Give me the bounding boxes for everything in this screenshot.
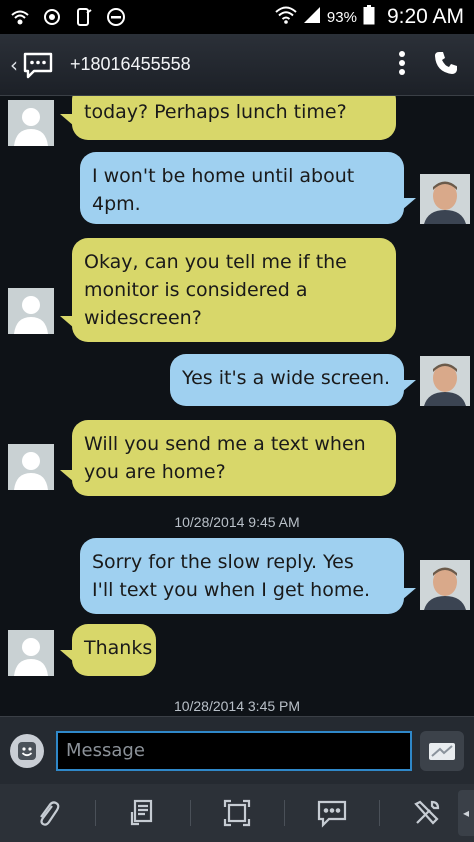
- contact-avatar[interactable]: [8, 288, 54, 334]
- message-composer: [0, 716, 474, 784]
- status-bar: 93% 9:20 AM: [0, 0, 474, 34]
- message-timestamp: 10/28/2014 3:45 PM: [173, 698, 301, 714]
- wifi-calling-icon: [10, 7, 30, 27]
- my-avatar[interactable]: [420, 356, 470, 406]
- incoming-message[interactable]: today? Perhaps lunch time?: [60, 96, 396, 140]
- attach-icon: [40, 801, 60, 826]
- battery-percent: 93%: [326, 8, 357, 26]
- status-system-icons: 93% 9:20 AM: [275, 5, 464, 29]
- outgoing-message[interactable]: Sorry for the slow reply. Yes I'll text …: [80, 538, 416, 614]
- expand-tab-icon[interactable]: ◂: [458, 790, 474, 836]
- message-timestamp: 10/28/2014 9:45 AM: [174, 514, 300, 530]
- emoji-button[interactable]: [10, 733, 44, 768]
- contact-number[interactable]: +18016455558: [70, 54, 191, 75]
- phone-icon[interactable]: [432, 49, 460, 81]
- signal-icon: [303, 6, 321, 28]
- message-line: 4pm.: [92, 193, 141, 215]
- do-not-disturb-icon: [106, 7, 126, 27]
- outgoing-message[interactable]: Yes it's a wide screen.: [170, 354, 416, 406]
- header-actions: [398, 49, 474, 81]
- messages-app-icon[interactable]: [22, 51, 54, 79]
- contact-avatar[interactable]: [8, 630, 54, 676]
- emoji-icon: [18, 741, 36, 760]
- incoming-message[interactable]: Will you send me a text when you are hom…: [60, 420, 396, 496]
- message-input[interactable]: [56, 730, 412, 771]
- message-line: today? Perhaps lunch time?: [84, 101, 347, 123]
- send-button[interactable]: [420, 730, 464, 771]
- message-line: Thanks: [84, 637, 153, 659]
- contact-avatar[interactable]: [8, 444, 54, 490]
- more-vert-icon[interactable]: [398, 50, 406, 80]
- screen-capture-button[interactable]: [189, 784, 285, 842]
- outgoing-message[interactable]: I won't be home until about 4pm.: [80, 152, 416, 224]
- chat-bubble-icon: [317, 800, 346, 828]
- back-chevron-icon[interactable]: ‹: [10, 53, 18, 77]
- sync-icon: [42, 7, 62, 27]
- message-line: I'll text you when I get home.: [92, 579, 371, 601]
- my-avatar[interactable]: [420, 174, 470, 224]
- message-line: Okay, can you tell me if the: [84, 251, 347, 273]
- message-line: Yes it's a wide screen.: [182, 367, 391, 389]
- message-line: Sorry for the slow reply. Yes: [92, 551, 354, 573]
- incoming-message[interactable]: Okay, can you tell me if the monitor is …: [60, 238, 396, 342]
- wifi-icon: [275, 6, 297, 28]
- message-list[interactable]: today? Perhaps lunch time? I won't be ho…: [0, 96, 474, 716]
- contact-avatar[interactable]: [8, 100, 54, 146]
- bottom-toolbar: [0, 784, 474, 842]
- send-icon: [429, 742, 455, 760]
- attach-button[interactable]: [0, 784, 95, 842]
- screen-capture-icon: [223, 799, 251, 827]
- message-template-button[interactable]: [94, 784, 190, 842]
- s-beam-icon: [74, 7, 94, 27]
- message-line: monitor is considered a: [84, 279, 308, 301]
- settings-tools-icon: [413, 800, 439, 825]
- message-line: you are home?: [84, 461, 226, 483]
- my-avatar[interactable]: [420, 560, 470, 610]
- message-template-icon: [131, 799, 153, 826]
- message-line: I won't be home until about: [92, 165, 355, 187]
- battery-icon: [363, 5, 375, 29]
- chat-button[interactable]: [284, 784, 379, 842]
- incoming-message[interactable]: Thanks: [60, 624, 156, 676]
- message-line: Will you send me a text when: [84, 433, 366, 455]
- status-clock: 9:20 AM: [386, 5, 464, 28]
- status-notification-icons: [10, 7, 126, 27]
- conversation-header: ‹ +18016455558: [0, 34, 474, 96]
- message-line: widescreen?: [84, 307, 202, 329]
